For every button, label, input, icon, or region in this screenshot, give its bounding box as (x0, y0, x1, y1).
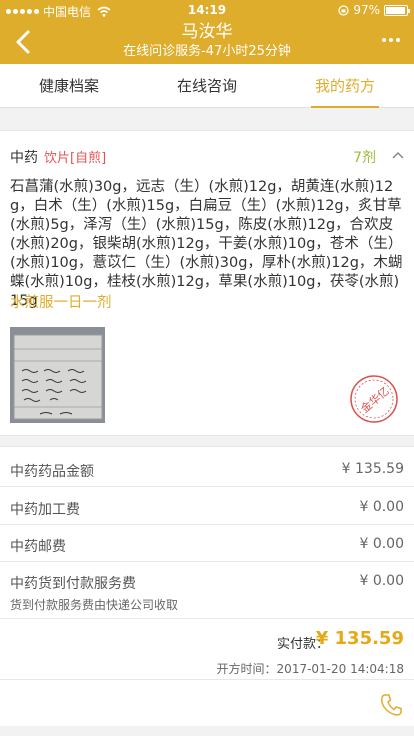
divider (0, 618, 414, 619)
tab-my-prescriptions[interactable]: 我的药方 (276, 64, 414, 108)
rotation-lock-icon (338, 4, 349, 16)
battery-percent: 97% (353, 3, 380, 17)
fee-value: ¥ 0.00 (359, 499, 404, 515)
time-value: 2017-01-20 14:04:18 (276, 662, 404, 676)
fee-label: 中药加工费 (10, 502, 80, 518)
prescription-form: 饮片[自煎] (44, 151, 107, 166)
tab-health-records[interactable]: 健康档案 (0, 64, 138, 107)
total-amount: ¥ 135.59 (315, 628, 404, 649)
fee-value: ¥ 0.00 (359, 573, 404, 589)
app-header: 中国电信 14:19 97% 马汝华 在线问诊服务-47小时25分钟 (0, 0, 414, 64)
prescription-header[interactable]: 中药 饮片[自煎] (10, 147, 106, 167)
prescription-type: 中药 (10, 150, 38, 166)
cod-note: 货到付款服务费由快递公司收取 (10, 598, 179, 612)
fee-label: 中药邮费 (10, 539, 66, 555)
fee-value: ¥ 135.59 (341, 461, 404, 477)
divider (0, 679, 414, 680)
tab-online-consult[interactable]: 在线咨询 (138, 64, 276, 107)
prescribed-time: 开方时间：2017-01-20 14:04:18 (217, 660, 404, 677)
chevron-up-icon[interactable] (392, 151, 404, 159)
fee-summary: 中药药品金额 ¥ 135.59 中药加工费 ¥ 0.00 中药邮费 ¥ 0.00… (0, 446, 414, 726)
fee-value: ¥ 0.00 (359, 536, 404, 552)
battery-icon (384, 4, 410, 16)
back-button[interactable] (10, 26, 38, 58)
svg-text:金华亿: 金华亿 (358, 384, 392, 416)
divider (0, 486, 414, 487)
fee-label: 中药药品金额 (10, 464, 94, 480)
pharmacy-stamp: 金华亿 (350, 375, 398, 423)
prescription-photo[interactable] (10, 327, 105, 423)
status-bar: 中国电信 14:19 97% (0, 0, 414, 20)
service-subtitle: 在线问诊服务-47小时25分钟 (123, 44, 291, 59)
page-title: 马汝华 (181, 22, 233, 42)
phone-icon[interactable] (380, 693, 402, 717)
usage-instructions: 水煎服一日一剂 (10, 295, 112, 311)
divider (0, 561, 414, 562)
dose-count: 7剂 (353, 150, 376, 166)
more-options-button[interactable] (382, 38, 400, 42)
prescription-card: 中药 饮片[自煎] 7剂 石菖蒲(水煎)30g，远志（生）(水煎)12g，胡黄连(… (0, 130, 414, 436)
divider (0, 524, 414, 525)
time-label: 开方时间： (216, 662, 277, 676)
fee-label: 中药货到付款服务费 (10, 576, 136, 592)
tab-bar: 健康档案 在线咨询 我的药方 (0, 64, 414, 108)
